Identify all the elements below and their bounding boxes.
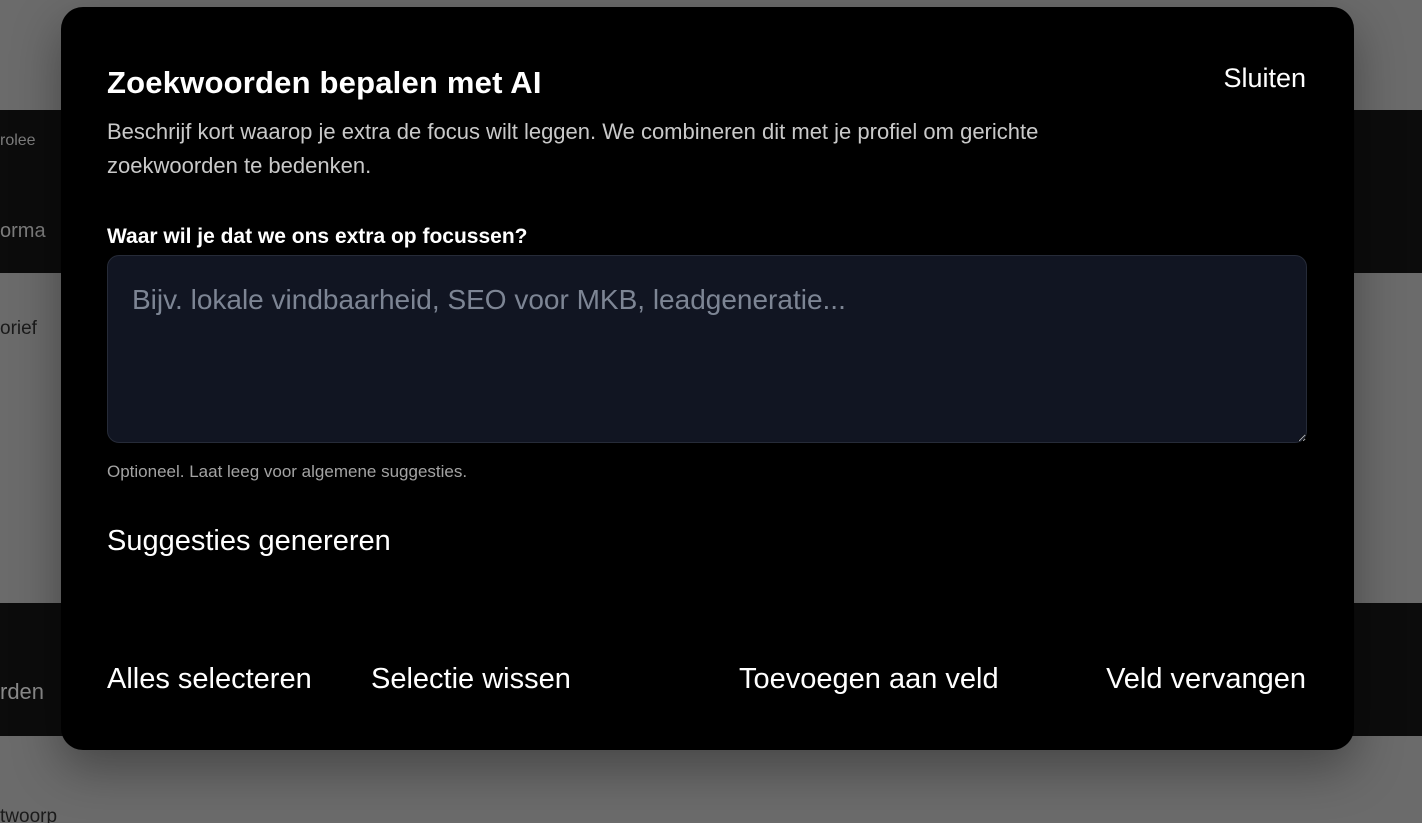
- background-text-fragment: rolee: [0, 132, 36, 149]
- close-button[interactable]: Sluiten: [1223, 63, 1306, 94]
- focus-field-label: Waar wil je dat we ons extra op focussen…: [107, 225, 528, 248]
- replace-field-button[interactable]: Veld vervangen: [1106, 663, 1306, 696]
- clear-selection-button[interactable]: Selectie wissen: [371, 663, 571, 696]
- field-hint: Optioneel. Laat leeg voor algemene sugge…: [107, 462, 468, 481]
- dialog-description: Beschrijf kort waarop je extra de focus …: [107, 119, 1039, 178]
- keyword-ai-dialog: Zoekwoorden bepalen met AI Sluiten Besch…: [61, 7, 1354, 750]
- select-all-button[interactable]: Alles selecteren: [107, 663, 312, 696]
- focus-textarea[interactable]: [107, 255, 1307, 443]
- background-text-fragment: twoorp: [0, 806, 58, 823]
- background-text-fragment: orief: [0, 318, 37, 339]
- dialog-title: Zoekwoorden bepalen met AI: [107, 65, 542, 100]
- add-to-field-button[interactable]: Toevoegen aan veld: [739, 663, 999, 696]
- background-text-fragment: orma: [0, 220, 46, 242]
- generate-suggestions-button[interactable]: Suggesties genereren: [107, 525, 391, 558]
- background-text-fragment: rden: [0, 679, 45, 704]
